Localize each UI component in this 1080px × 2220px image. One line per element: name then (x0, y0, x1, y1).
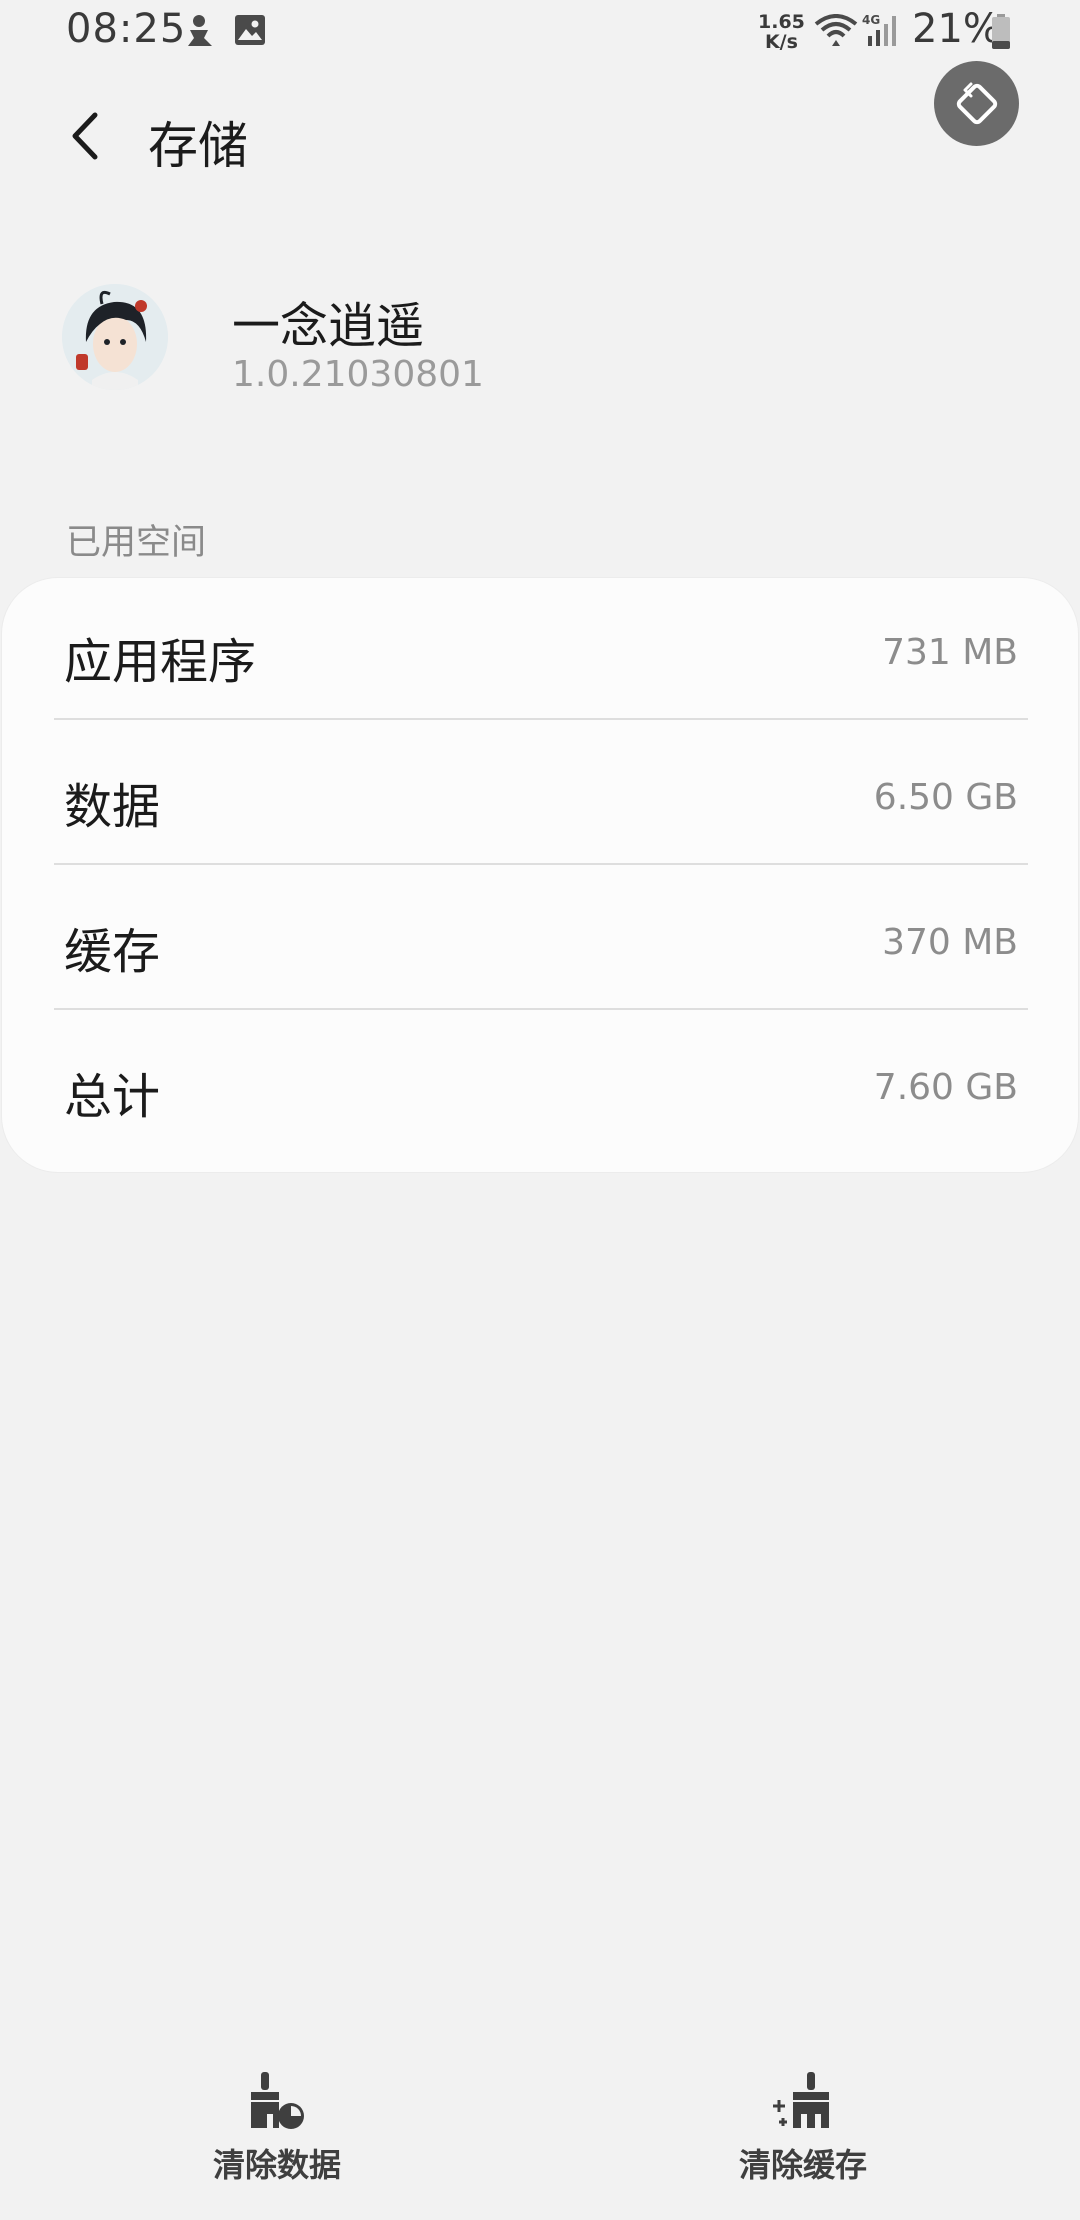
storage-row-label: 数据 (64, 779, 161, 835)
clear-data-label: 清除数据 (212, 2146, 341, 2184)
clear-cache-icon (773, 2072, 829, 2128)
notification-app-icon (184, 14, 214, 52)
section-label: 已用空间 (66, 523, 207, 563)
battery-percent: 21% (912, 6, 1001, 52)
storage-row-cache: 缓存 370 MB (2, 868, 1078, 1013)
rotate-icon (956, 82, 997, 124)
storage-row-label: 总计 (64, 1069, 161, 1125)
net-speed: 1.65 K/s (758, 12, 805, 52)
clear-cache-label: 清除缓存 (738, 2146, 867, 2184)
storage-row-value: 7.60 GB (873, 1067, 1018, 1108)
signal-icon: 4G (862, 12, 902, 52)
row-divider (54, 1008, 1028, 1010)
network-type-label: 4G (862, 13, 880, 27)
storage-row-value: 6.50 GB (873, 777, 1018, 818)
page-title: 存储 (148, 117, 248, 175)
clear-data-icon (251, 2072, 304, 2129)
back-button[interactable] (56, 104, 112, 168)
clear-cache-button[interactable]: 清除缓存 (683, 2070, 923, 2200)
storage-row-value: 370 MB (882, 922, 1018, 963)
rotate-screen-button[interactable] (934, 61, 1019, 146)
app-name: 一念逍遥 (232, 298, 425, 354)
wifi-icon (814, 14, 858, 52)
back-arrow-icon (72, 112, 98, 160)
storage-row-value: 731 MB (882, 632, 1018, 673)
status-time: 08:25 (66, 6, 187, 52)
app-icon (62, 284, 168, 390)
storage-card: 应用程序 731 MB 数据 6.50 GB 缓存 370 MB 总计 7.60… (2, 578, 1078, 1172)
storage-row-total: 总计 7.60 GB (2, 1013, 1078, 1158)
status-bar: 08:25 1.65 K/s 4G 21% (0, 0, 1080, 64)
clear-data-button[interactable]: 清除数据 (157, 2070, 397, 2200)
storage-row-app: 应用程序 731 MB (2, 578, 1078, 723)
storage-row-label: 缓存 (64, 924, 161, 980)
net-speed-value: 1.65 (758, 11, 805, 33)
battery-icon (990, 14, 1012, 54)
row-divider (54, 863, 1028, 865)
row-divider (54, 718, 1028, 720)
storage-row-data: 数据 6.50 GB (2, 723, 1078, 868)
storage-row-label: 应用程序 (64, 634, 257, 690)
gallery-icon (234, 14, 266, 50)
net-speed-unit: K/s (764, 31, 798, 53)
app-version: 1.0.21030801 (232, 354, 484, 395)
